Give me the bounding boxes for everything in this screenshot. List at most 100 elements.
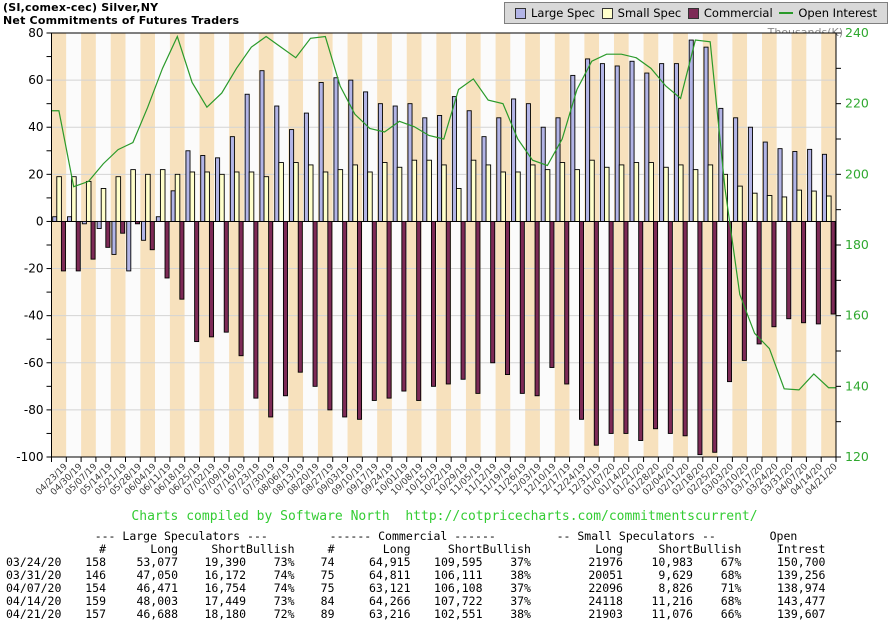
- bar-commercial: [565, 221, 569, 384]
- bar-small-spec: [397, 167, 402, 221]
- row-value-cell: 89: [295, 608, 335, 621]
- bar-small-spec: [530, 165, 535, 222]
- bar-commercial: [520, 221, 524, 393]
- bar-large-spec: [660, 64, 664, 222]
- bar-small-spec: [826, 196, 831, 221]
- bar-small-spec: [486, 165, 491, 222]
- bar-small-spec: [797, 190, 802, 221]
- row-value-cell: 139,607: [741, 608, 825, 621]
- bar-small-spec: [812, 191, 817, 221]
- bar-commercial: [224, 221, 228, 332]
- bar-commercial: [328, 221, 332, 409]
- bar-large-spec: [497, 118, 501, 222]
- bar-commercial: [624, 221, 628, 433]
- bar-small-spec: [442, 165, 447, 222]
- left-axis-tick-label: 80: [28, 26, 43, 40]
- bar-small-spec: [323, 172, 328, 221]
- bar-large-spec: [260, 71, 264, 222]
- bar-small-spec: [412, 160, 417, 221]
- bar-commercial: [816, 221, 820, 323]
- bar-small-spec: [604, 167, 609, 221]
- bar-small-spec: [190, 172, 195, 221]
- bar-small-spec: [205, 172, 210, 221]
- bar-large-spec: [556, 118, 560, 222]
- bar-commercial: [505, 221, 509, 374]
- bar-commercial: [831, 221, 835, 314]
- bar-large-spec: [304, 113, 308, 221]
- right-axis-tick-label: 240: [845, 25, 869, 40]
- row-value-cell: 38%: [483, 608, 531, 621]
- bar-small-spec: [234, 172, 239, 221]
- bar-large-spec: [438, 115, 442, 221]
- bar-small-spec: [575, 170, 580, 222]
- bar-small-spec: [368, 172, 373, 221]
- row-value-cell: 102,551: [411, 608, 483, 621]
- bar-commercial: [387, 221, 391, 398]
- bar-large-spec: [586, 59, 590, 222]
- bar-small-spec: [308, 165, 313, 222]
- commitments-chart: 806040200-20-40-60-80-100240220200180160…: [0, 0, 889, 507]
- left-axis-tick-label: -60: [24, 356, 44, 370]
- bar-large-spec: [600, 64, 604, 222]
- bar-large-spec: [734, 118, 738, 222]
- bar-small-spec: [249, 172, 254, 221]
- bar-large-spec: [467, 111, 471, 222]
- credit-text: Charts compiled by Software North: [131, 509, 389, 524]
- bar-commercial: [239, 221, 243, 355]
- bar-commercial: [787, 221, 791, 318]
- bar-commercial: [91, 221, 95, 259]
- bar-commercial: [195, 221, 199, 341]
- bar-commercial: [446, 221, 450, 384]
- bar-large-spec: [112, 221, 116, 254]
- bar-small-spec: [501, 172, 506, 221]
- row-date-cell: 04/21/20: [6, 608, 68, 621]
- bar-large-spec: [290, 130, 294, 222]
- bar-large-spec: [778, 149, 782, 222]
- bar-large-spec: [275, 106, 279, 221]
- bar-small-spec: [353, 165, 358, 222]
- row-value-cell: 11,076: [623, 608, 693, 621]
- bar-large-spec: [216, 158, 220, 222]
- left-axis-tick-label: 20: [28, 167, 43, 181]
- right-axis-tick-label: 160: [845, 308, 869, 323]
- bar-large-spec: [171, 191, 175, 222]
- bar-commercial: [742, 221, 746, 360]
- left-axis-tick-label: -80: [24, 403, 44, 417]
- bar-small-spec: [471, 160, 476, 221]
- bar-large-spec: [186, 151, 190, 222]
- bar-small-spec: [72, 177, 77, 222]
- bar-small-spec: [116, 177, 121, 222]
- bar-small-spec: [175, 174, 180, 221]
- bar-large-spec: [689, 40, 693, 221]
- bar-small-spec: [649, 163, 654, 222]
- footer-credit: Charts compiled by Software North http:/…: [0, 509, 889, 524]
- bar-small-spec: [619, 165, 624, 222]
- credit-url-link[interactable]: http://cotpricecharts.com/commitmentscur…: [405, 509, 757, 524]
- row-value-cell: 157: [68, 608, 106, 621]
- bar-commercial: [550, 221, 554, 367]
- bar-small-spec: [86, 181, 91, 221]
- bar-commercial: [535, 221, 539, 395]
- bar-small-spec: [664, 167, 669, 221]
- bar-large-spec: [156, 217, 160, 222]
- bar-large-spec: [793, 151, 797, 221]
- bar-commercial: [476, 221, 480, 393]
- bar-large-spec: [482, 137, 486, 222]
- bar-commercial: [343, 221, 347, 417]
- row-value-cell: 21903: [531, 608, 623, 621]
- right-axis-tick-label: 220: [845, 96, 869, 111]
- row-value-cell: 46,688: [106, 608, 178, 621]
- bar-commercial: [683, 221, 687, 435]
- bar-commercial: [180, 221, 184, 299]
- bar-commercial: [106, 221, 110, 247]
- left-axis-tick-label: 60: [28, 73, 43, 87]
- right-axis-tick-label: 120: [845, 449, 869, 464]
- table-row: 03/24/2015853,07719,39073%7464,915109,59…: [6, 556, 825, 569]
- bar-commercial: [757, 221, 761, 343]
- row-value-cell: 72%: [246, 608, 295, 621]
- bar-small-spec: [456, 188, 461, 221]
- bar-large-spec: [408, 104, 412, 222]
- bar-commercial: [76, 221, 80, 270]
- cot-data-table: --- Large Speculators --------- Commerci…: [6, 530, 825, 621]
- bar-small-spec: [560, 163, 565, 222]
